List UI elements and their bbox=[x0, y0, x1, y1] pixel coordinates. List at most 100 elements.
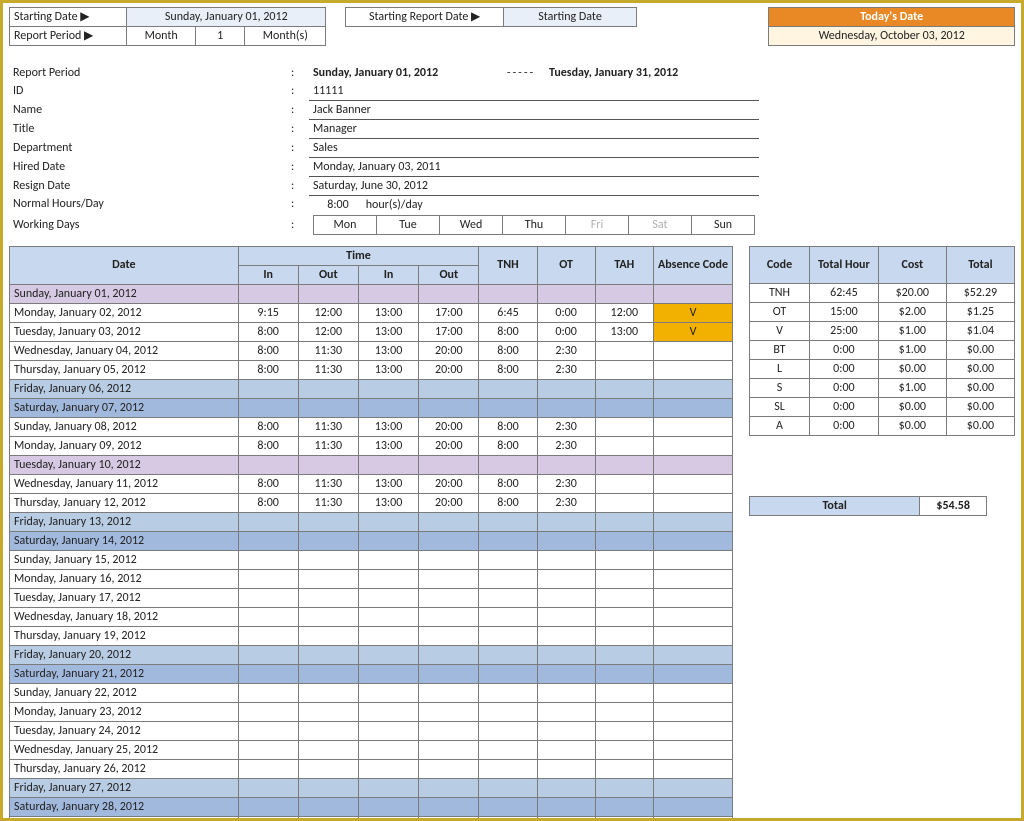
cell-out1[interactable] bbox=[298, 285, 358, 304]
cell-tah[interactable] bbox=[595, 665, 653, 684]
cell-tah[interactable] bbox=[595, 608, 653, 627]
table-row[interactable]: Sunday, January 01, 2012 bbox=[10, 285, 733, 304]
table-row[interactable]: Friday, January 13, 2012 bbox=[10, 513, 733, 532]
cell-date[interactable]: Thursday, January 12, 2012 bbox=[10, 494, 239, 513]
cell-abs[interactable] bbox=[653, 665, 732, 684]
cell-in2[interactable] bbox=[358, 513, 418, 532]
cell-out2[interactable] bbox=[419, 760, 479, 779]
cell-abs[interactable] bbox=[653, 513, 732, 532]
cell-tah[interactable] bbox=[595, 722, 653, 741]
working-day-fri[interactable]: Fri bbox=[566, 216, 629, 235]
cell-out1[interactable] bbox=[298, 779, 358, 798]
cell-in1[interactable] bbox=[238, 741, 298, 760]
title-val[interactable]: Manager bbox=[309, 120, 759, 139]
cell-tnh[interactable] bbox=[479, 285, 537, 304]
hired-val[interactable]: Monday, January 03, 2011 bbox=[309, 158, 759, 177]
cell-ot[interactable]: 0:00 bbox=[537, 304, 595, 323]
cell-in2[interactable]: 13:00 bbox=[358, 323, 418, 342]
cell-tah[interactable]: 13:00 bbox=[595, 323, 653, 342]
cell-out1[interactable] bbox=[298, 760, 358, 779]
cell-tah[interactable] bbox=[595, 456, 653, 475]
cell-out1[interactable] bbox=[298, 627, 358, 646]
table-row[interactable]: Friday, January 20, 2012 bbox=[10, 646, 733, 665]
cell-abs[interactable] bbox=[653, 779, 732, 798]
cell-out1[interactable] bbox=[298, 817, 358, 821]
cell-abs[interactable] bbox=[653, 589, 732, 608]
cell-ot[interactable] bbox=[537, 532, 595, 551]
cell-abs[interactable] bbox=[653, 399, 732, 418]
cell-out1[interactable] bbox=[298, 551, 358, 570]
cell-date[interactable]: Wednesday, January 11, 2012 bbox=[10, 475, 239, 494]
cell-date[interactable]: Monday, January 02, 2012 bbox=[10, 304, 239, 323]
cell-tnh[interactable]: 6:45 bbox=[479, 304, 537, 323]
cell-out1[interactable]: 11:30 bbox=[298, 437, 358, 456]
cell-ot[interactable]: 2:30 bbox=[537, 361, 595, 380]
cell-date[interactable]: Wednesday, January 25, 2012 bbox=[10, 741, 239, 760]
cell-in1[interactable] bbox=[238, 532, 298, 551]
table-row[interactable]: Thursday, January 19, 2012 bbox=[10, 627, 733, 646]
cell-abs[interactable] bbox=[653, 437, 732, 456]
cell-in1[interactable] bbox=[238, 570, 298, 589]
working-day-tue[interactable]: Tue bbox=[377, 216, 440, 235]
cell-tnh[interactable] bbox=[479, 703, 537, 722]
cell-in1[interactable]: 8:00 bbox=[238, 342, 298, 361]
cell-out2[interactable]: 17:00 bbox=[419, 323, 479, 342]
cell-in1[interactable]: 8:00 bbox=[238, 494, 298, 513]
cell-abs[interactable] bbox=[653, 456, 732, 475]
normal-val[interactable]: 8:00 bbox=[313, 198, 363, 213]
cell-date[interactable]: Monday, January 23, 2012 bbox=[10, 703, 239, 722]
cell-abs[interactable] bbox=[653, 741, 732, 760]
cell-out2[interactable] bbox=[419, 285, 479, 304]
cell-tnh[interactable] bbox=[479, 627, 537, 646]
cell-date[interactable]: Friday, January 13, 2012 bbox=[10, 513, 239, 532]
cell-abs[interactable] bbox=[653, 532, 732, 551]
cell-in1[interactable]: 8:00 bbox=[238, 475, 298, 494]
cell-abs[interactable] bbox=[653, 380, 732, 399]
cell-tnh[interactable] bbox=[479, 513, 537, 532]
cell-tnh[interactable] bbox=[479, 817, 537, 821]
cell-tah[interactable] bbox=[595, 684, 653, 703]
table-row[interactable]: Saturday, January 14, 2012 bbox=[10, 532, 733, 551]
cell-ot[interactable] bbox=[537, 722, 595, 741]
cell-tnh[interactable] bbox=[479, 551, 537, 570]
cell-abs[interactable] bbox=[653, 646, 732, 665]
cell-in2[interactable] bbox=[358, 627, 418, 646]
cell-in2[interactable] bbox=[358, 817, 418, 821]
cell-date[interactable]: Friday, January 20, 2012 bbox=[10, 646, 239, 665]
cell-date[interactable]: Thursday, January 26, 2012 bbox=[10, 760, 239, 779]
cell-out2[interactable] bbox=[419, 570, 479, 589]
cell-tnh[interactable] bbox=[479, 684, 537, 703]
cell-date[interactable]: Wednesday, January 18, 2012 bbox=[10, 608, 239, 627]
cell-date[interactable]: Tuesday, January 24, 2012 bbox=[10, 722, 239, 741]
cell-ot[interactable]: 0:00 bbox=[537, 323, 595, 342]
cell-date[interactable]: Thursday, January 19, 2012 bbox=[10, 627, 239, 646]
working-day-wed[interactable]: Wed bbox=[440, 216, 503, 235]
cell-in2[interactable] bbox=[358, 570, 418, 589]
table-row[interactable]: Friday, January 27, 2012 bbox=[10, 779, 733, 798]
cell-tah[interactable] bbox=[595, 380, 653, 399]
cell-tah[interactable] bbox=[595, 494, 653, 513]
cell-date[interactable]: Friday, January 06, 2012 bbox=[10, 380, 239, 399]
table-row[interactable]: Saturday, January 28, 2012 bbox=[10, 798, 733, 817]
starting-date-value[interactable]: Sunday, January 01, 2012 bbox=[127, 8, 326, 27]
cell-tnh[interactable] bbox=[479, 760, 537, 779]
cell-in1[interactable]: 9:15 bbox=[238, 304, 298, 323]
cell-ot[interactable] bbox=[537, 456, 595, 475]
cell-tnh[interactable]: 8:00 bbox=[479, 342, 537, 361]
cell-date[interactable]: Friday, January 27, 2012 bbox=[10, 779, 239, 798]
cell-out1[interactable] bbox=[298, 380, 358, 399]
table-row[interactable]: Saturday, January 21, 2012 bbox=[10, 665, 733, 684]
cell-out1[interactable] bbox=[298, 684, 358, 703]
cell-in2[interactable]: 13:00 bbox=[358, 342, 418, 361]
cell-in2[interactable] bbox=[358, 741, 418, 760]
cell-tnh[interactable]: 8:00 bbox=[479, 494, 537, 513]
cell-in1[interactable] bbox=[238, 627, 298, 646]
cell-ot[interactable]: 2:30 bbox=[537, 494, 595, 513]
cell-out1[interactable]: 11:30 bbox=[298, 475, 358, 494]
cell-date[interactable]: Sunday, January 22, 2012 bbox=[10, 684, 239, 703]
dept-val[interactable]: Sales bbox=[309, 139, 759, 158]
cell-out2[interactable] bbox=[419, 608, 479, 627]
id-val[interactable]: 11111 bbox=[309, 82, 759, 101]
cell-out1[interactable] bbox=[298, 665, 358, 684]
cell-out1[interactable] bbox=[298, 741, 358, 760]
